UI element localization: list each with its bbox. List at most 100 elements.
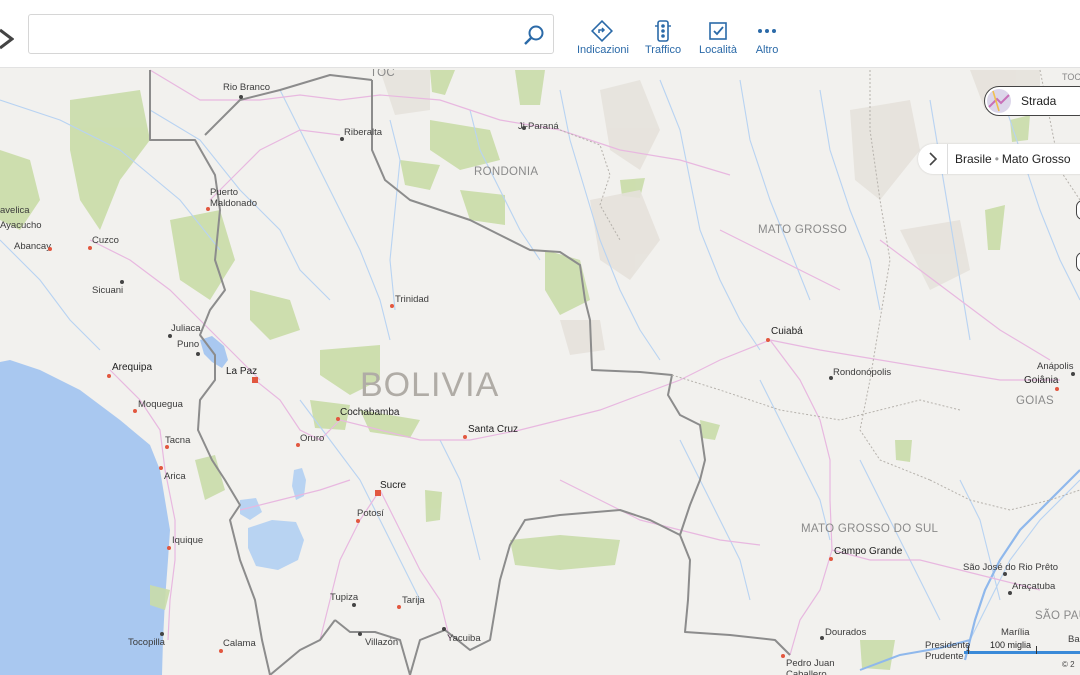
more-label: Altro [755, 44, 779, 56]
city-label-dourados: Dourados [825, 627, 867, 638]
breadcrumb-divider [947, 144, 948, 174]
city-label-yacuiba: Yacuiba [447, 633, 481, 644]
region-label-sao-paulo: SÃO PAU [1035, 610, 1080, 622]
city-dot [168, 334, 172, 338]
more-dots-icon [758, 29, 776, 33]
city-label-sao-jose-do-rio-preto: São José do Rio Prêto [963, 562, 1059, 573]
city-label-sicuani: Sicuani [92, 285, 124, 296]
city-label-tacna: Tacna [165, 435, 191, 446]
city-dot [829, 557, 833, 561]
city-label-potosi: Potosí [357, 508, 384, 519]
city-label-la-paz: La Paz [226, 366, 258, 377]
city-label-puerto-maldonado: Puerto Maldonado [210, 187, 258, 209]
map-style-button[interactable]: Strada [984, 86, 1080, 116]
city-dot [356, 519, 360, 523]
city-dot [219, 649, 223, 653]
city-dot [48, 247, 52, 251]
region-label-toc-partial: TOC [370, 69, 395, 79]
directions-icon [591, 20, 613, 42]
city-label-marilia: Marília [1001, 627, 1030, 638]
places-button[interactable]: Località [698, 20, 738, 60]
city-dot [133, 409, 137, 413]
search-box[interactable] [28, 14, 554, 54]
breadcrumb-item-state[interactable]: Mato Grosso [1002, 152, 1071, 166]
breadcrumb-item-country[interactable]: Brasile [955, 152, 992, 166]
city-label-anapolis: Anápolis [1037, 361, 1074, 372]
city-label-tupiza: Tupiza [330, 592, 359, 603]
city-dot [159, 466, 163, 470]
city-label-calama: Calama [223, 638, 256, 649]
scale-tick [1036, 646, 1037, 654]
city-dot [766, 338, 770, 342]
city-dot [165, 445, 169, 449]
city-dot [336, 417, 340, 421]
back-chevron-icon[interactable] [0, 28, 14, 50]
city-dot [107, 374, 111, 378]
city-label-arica: Arica [164, 471, 186, 482]
city-label-arequipa: Arequipa [112, 362, 153, 373]
city-label-goiania: Goiânia [1024, 375, 1059, 386]
city-dot [781, 654, 785, 658]
traffic-light-icon [655, 20, 671, 42]
city-label-tocopilla: Tocopilla [128, 637, 165, 648]
city-label-cuzco: Cuzco [92, 235, 119, 246]
city-dot [352, 603, 356, 607]
top-bar: Indicazioni Traffico Località Altro [0, 0, 1080, 68]
city-dot [463, 435, 467, 439]
city-dot [829, 376, 833, 380]
directions-button[interactable]: Indicazioni [577, 20, 629, 60]
city-label-trinidad: Trinidad [395, 294, 429, 305]
search-icon[interactable] [523, 24, 545, 46]
directions-label: Indicazioni [577, 44, 629, 56]
city-label-juliaca: Juliaca [171, 323, 201, 334]
city-label-rondonopolis: Rondonópolis [833, 367, 892, 378]
city-dot [160, 632, 164, 636]
city-label-cuiaba: Cuiabá [771, 326, 803, 337]
city-label-huancavelica: avelica [0, 205, 30, 216]
search-input[interactable] [37, 21, 517, 47]
chevron-right-icon[interactable] [928, 152, 938, 166]
city-dot [820, 636, 824, 640]
traffic-button[interactable]: Traffico [645, 20, 681, 60]
scale-label: 100 miglia [990, 640, 1032, 650]
breadcrumb-separator: • [994, 152, 999, 166]
city-dot [522, 126, 526, 130]
city-label-abancay: Abancay [14, 241, 51, 252]
capital-marker [252, 377, 258, 383]
scale-bar-line [964, 651, 1080, 654]
compass-control-partial[interactable] [1076, 252, 1080, 272]
city-dot [1055, 387, 1059, 391]
city-dot [239, 95, 243, 99]
breadcrumb-path: Brasile • Mato Grosso [955, 152, 1071, 166]
places-icon [709, 22, 727, 40]
traffic-label: Traffico [645, 44, 682, 56]
city-label-cochabamba: Cochabamba [340, 407, 400, 418]
city-dot [296, 443, 300, 447]
location-breadcrumb: Brasile • Mato Grosso [918, 144, 1080, 174]
map-style-label: Strada [1021, 94, 1057, 108]
city-label-pedro-juan-caballero: Pedro Juan Caballero [786, 658, 835, 675]
salar-uyuni [248, 520, 304, 570]
more-button[interactable]: Altro [752, 20, 782, 60]
city-dot [206, 207, 210, 211]
city-dot [88, 246, 92, 250]
zoom-control-partial[interactable] [1076, 200, 1080, 220]
city-label-moquegua: Moquegua [138, 399, 183, 410]
region-label-mato-grosso: MATO GROSSO [758, 224, 848, 236]
scale-tick [968, 646, 969, 654]
city-dot [358, 632, 362, 636]
city-label-tarija: Tarija [402, 595, 425, 606]
capital-marker [375, 490, 381, 496]
region-label-rondonia: RONDONIA [474, 166, 539, 178]
city-label-rio-branco: Rio Branco [223, 82, 270, 93]
city-label-oruro: Oruro [300, 433, 325, 444]
city-dot [167, 546, 171, 550]
city-label-aracatuba: Araçatuba [1012, 581, 1056, 592]
city-dot [397, 605, 401, 609]
city-label-sucre: Sucre [380, 480, 407, 491]
city-dot [1003, 572, 1007, 576]
country-label-bolivia: BOLIVIA [360, 366, 500, 404]
city-label-santa-cruz: Santa Cruz [468, 424, 519, 435]
city-label-ayacucho: Ayacucho [0, 220, 42, 231]
places-label: Località [699, 44, 737, 56]
